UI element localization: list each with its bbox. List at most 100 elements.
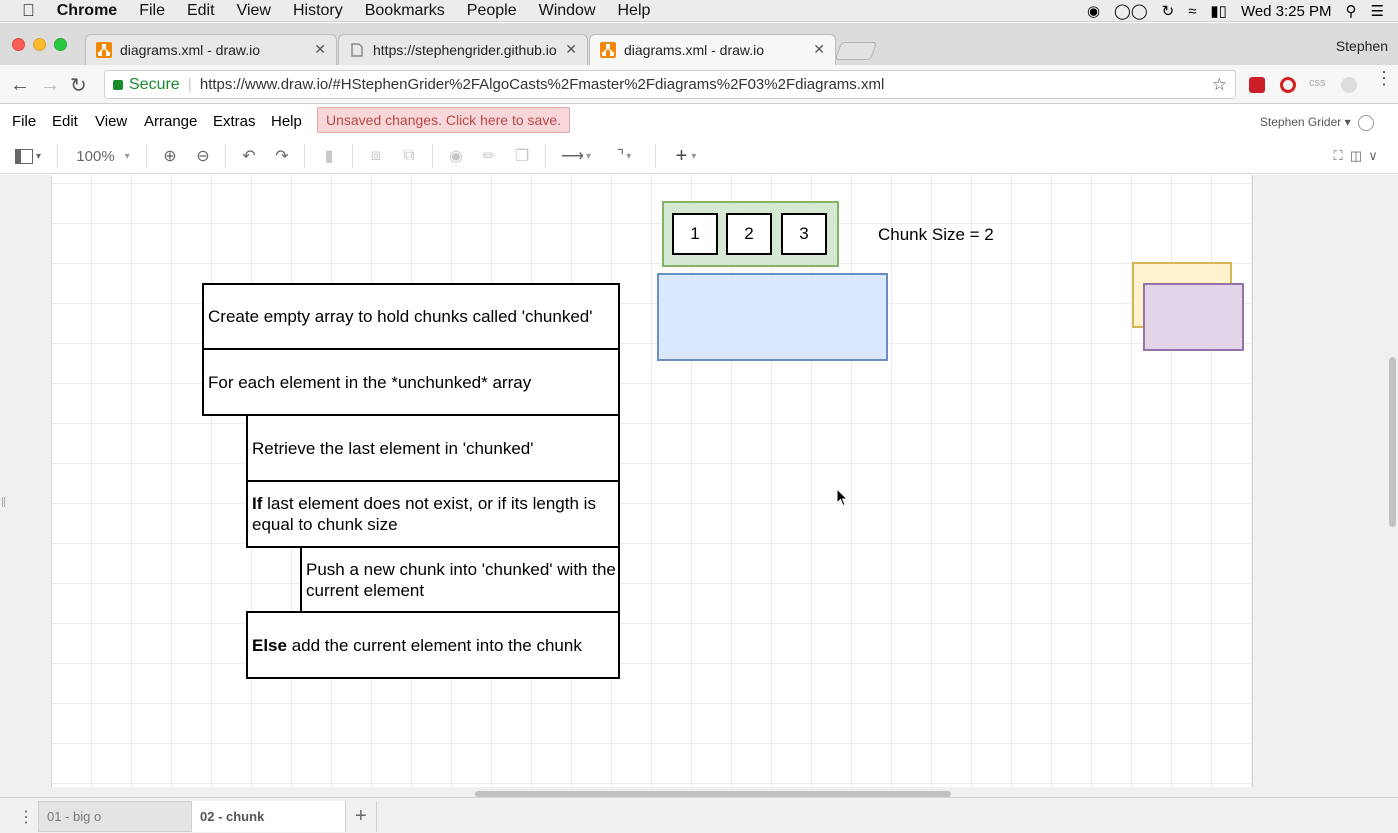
format-panel-icon[interactable]: ◫: [1349, 145, 1363, 167]
os-menubar:  Chrome File Edit View History Bookmark…: [0, 0, 1398, 22]
delete-icon[interactable]: ▮: [319, 145, 339, 167]
array-item-3[interactable]: 3: [781, 213, 827, 255]
add-page-button[interactable]: +: [345, 801, 377, 832]
extension-icon[interactable]: [1341, 77, 1357, 93]
undo-icon[interactable]: ↶: [239, 145, 259, 167]
menu-edit[interactable]: Edit: [52, 113, 78, 130]
waypoints-select[interactable]: ⌝ ▾: [606, 145, 642, 167]
os-menu-edit[interactable]: Edit: [187, 2, 215, 20]
menu-arrange[interactable]: Arrange: [144, 113, 197, 130]
collapse-icon[interactable]: ∨: [1366, 145, 1380, 167]
browser-tab-1[interactable]: diagrams.xml - draw.io ✕: [85, 34, 337, 65]
step-text: Push a new chunk into 'chunked' with the…: [306, 559, 616, 600]
new-tab-button[interactable]: [834, 42, 878, 60]
array-item-1[interactable]: 1: [672, 213, 718, 255]
page-tab-big-o[interactable]: 01 - big o: [38, 801, 192, 832]
zoom-in-icon[interactable]: ⊕: [160, 145, 180, 167]
os-menu-history[interactable]: History: [293, 2, 343, 20]
user-menu[interactable]: Stephen Grider ▾: [1260, 115, 1374, 131]
minimize-window-button[interactable]: [33, 38, 46, 51]
url-text[interactable]: https://www.draw.io/#HStephenGrider%2FAl…: [200, 76, 884, 93]
step-text: Else add the current element into the ch…: [252, 635, 582, 656]
drawio-toolbar: ▾ 100% ▾ ⊕ ⊖ ↶ ↷ ▮ ⧈ ⧉ ◉ ✏ ❐ ⟶ ▾ ⌝ ▾ + ▾ ⛶ ◫…: [0, 138, 1398, 174]
bookmark-star-icon[interactable]: ☆: [1212, 75, 1227, 95]
step-retrieve-last[interactable]: Retrieve the last element in 'chunked': [246, 414, 620, 482]
line-color-icon[interactable]: ✏: [479, 145, 499, 167]
sidebar-splitter-handle[interactable]: [2, 497, 5, 507]
os-menu-window[interactable]: Window: [539, 2, 596, 20]
fill-color-icon[interactable]: ◉: [446, 145, 466, 167]
zoom-select[interactable]: 100% ▾: [72, 145, 134, 167]
zoom-level: 100%: [76, 147, 115, 165]
fullscreen-icon[interactable]: ⛶: [1331, 145, 1345, 167]
step-if-condition[interactable]: If last element does not exist, or if it…: [246, 480, 620, 548]
close-tab-icon[interactable]: ✕: [813, 41, 825, 58]
app-menu[interactable]: Chrome: [57, 2, 117, 20]
drawio-favicon-icon: [600, 42, 616, 58]
shadow-icon[interactable]: ❐: [512, 145, 532, 167]
zoom-out-icon[interactable]: ⊖: [193, 145, 213, 167]
os-menu-file[interactable]: File: [139, 2, 165, 20]
step-push-chunk[interactable]: Push a new chunk into 'chunked' with the…: [300, 546, 620, 613]
os-menu-bookmarks[interactable]: Bookmarks: [365, 2, 445, 20]
wifi-icon[interactable]: ≈: [1188, 3, 1196, 20]
menu-view[interactable]: View: [95, 113, 127, 130]
record-icon[interactable]: ◉: [1087, 2, 1100, 20]
connection-style-select[interactable]: ⟶ ▾: [558, 145, 594, 167]
battery-icon[interactable]: ▮▯: [1210, 2, 1227, 20]
menu-file[interactable]: File: [12, 113, 36, 130]
format-panel-toggle[interactable]: ▾: [9, 145, 47, 167]
step-for-each[interactable]: For each element in the *unchunked* arra…: [202, 348, 620, 416]
drawio-menubar: File Edit View Arrange Extras Help: [0, 104, 1398, 138]
page-tab-chunk[interactable]: 02 - chunk: [192, 801, 345, 832]
css-extension-icon[interactable]: css: [1309, 77, 1326, 89]
clock[interactable]: Wed 3:25 PM: [1241, 3, 1332, 20]
blue-rectangle[interactable]: [657, 273, 888, 361]
purple-rectangle[interactable]: [1143, 283, 1244, 351]
profile-name[interactable]: Stephen: [1336, 38, 1388, 54]
opera-extension-icon[interactable]: [1280, 77, 1296, 93]
insert-select[interactable]: + ▾: [668, 145, 704, 167]
chunk-size-label[interactable]: Chunk Size = 2: [878, 225, 994, 245]
os-menu-help[interactable]: Help: [618, 2, 651, 20]
page-favicon-icon: [349, 42, 365, 58]
forward-icon[interactable]: →: [40, 74, 60, 97]
drawio-favicon-icon: [96, 42, 112, 58]
diagram-page[interactable]: 1 2 3 Chunk Size = 2 Create empty array …: [51, 175, 1253, 787]
lastpass-extension-icon[interactable]: [1249, 77, 1265, 93]
apple-icon[interactable]: : [22, 1, 35, 21]
address-bar[interactable]: Secure | https://www.draw.io/#HStephenGr…: [104, 70, 1236, 99]
browser-tab-2[interactable]: https://stephengrider.github.io ✕: [338, 34, 588, 65]
step-else[interactable]: Else add the current element into the ch…: [246, 611, 620, 679]
close-tab-icon[interactable]: ✕: [565, 41, 577, 58]
os-menu-people[interactable]: People: [467, 2, 517, 20]
close-tab-icon[interactable]: ✕: [314, 41, 326, 58]
diagram-canvas[interactable]: 1 2 3 Chunk Size = 2 Create empty array …: [0, 175, 1398, 797]
unsaved-changes-button[interactable]: Unsaved changes. Click here to save.: [317, 107, 571, 133]
vertical-scrollbar[interactable]: [1389, 357, 1396, 527]
back-icon[interactable]: ←: [10, 74, 30, 97]
step-create-array[interactable]: Create empty array to hold chunks called…: [202, 283, 620, 350]
to-back-icon[interactable]: ⧉: [399, 145, 419, 167]
menu-extras[interactable]: Extras: [213, 113, 256, 130]
chevron-down-icon: ▾: [626, 150, 632, 162]
to-front-icon[interactable]: ⧈: [366, 145, 386, 167]
notification-center-icon[interactable]: ☰: [1371, 2, 1384, 20]
reload-icon[interactable]: ↻: [70, 73, 87, 98]
language-globe-icon[interactable]: [1358, 115, 1374, 131]
zoom-window-button[interactable]: [54, 38, 67, 51]
glasses-icon[interactable]: ◯◯: [1114, 2, 1148, 20]
time-machine-icon[interactable]: ↻: [1162, 2, 1175, 20]
spotlight-search-icon[interactable]: ⚲: [1346, 2, 1357, 20]
menu-help[interactable]: Help: [271, 113, 302, 130]
step-text: Retrieve the last element in 'chunked': [252, 438, 534, 458]
close-window-button[interactable]: [12, 38, 25, 51]
array-item-2[interactable]: 2: [726, 213, 772, 255]
browser-tab-3[interactable]: diagrams.xml - draw.io ✕: [589, 34, 836, 65]
chrome-menu-icon[interactable]: ⋮: [1375, 69, 1393, 87]
os-menu-view[interactable]: View: [237, 2, 271, 20]
redo-icon[interactable]: ↷: [272, 145, 292, 167]
tab-title: diagrams.xml - draw.io: [120, 42, 261, 58]
pages-menu-icon[interactable]: ⋮: [10, 801, 38, 832]
tab-title: https://stephengrider.github.io: [373, 42, 557, 58]
